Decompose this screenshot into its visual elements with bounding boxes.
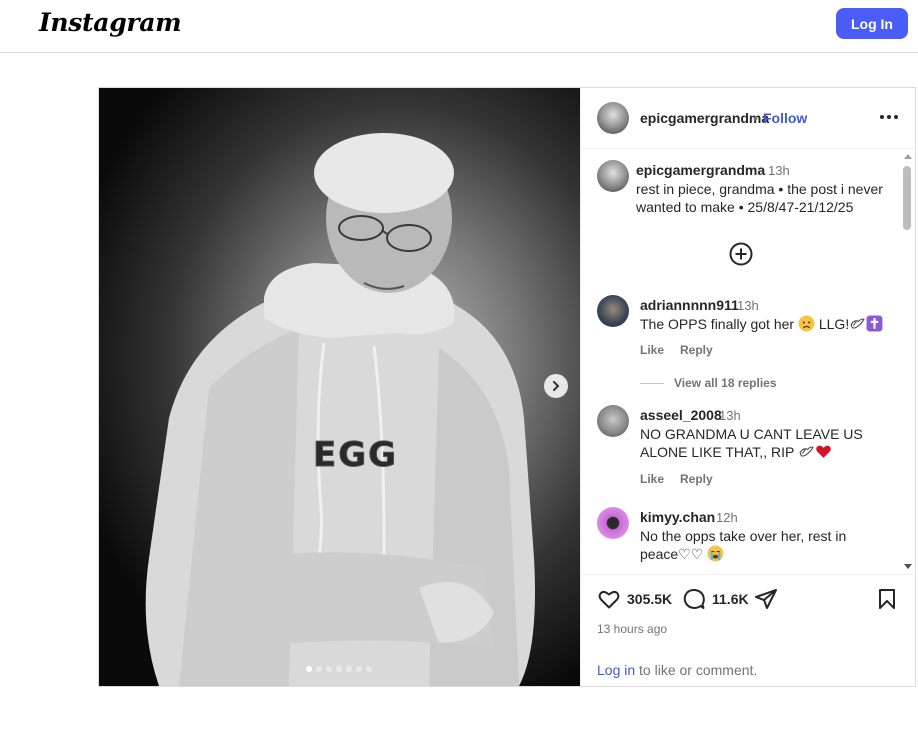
next-slide-button[interactable]	[544, 374, 568, 398]
author-username[interactable]: epicgamergrandma	[640, 110, 769, 126]
red-heart-icon	[816, 445, 831, 458]
commenter-username[interactable]: kimyy.chan	[640, 509, 715, 525]
commenter-username[interactable]: asseel_2008	[640, 407, 722, 423]
carousel-dot	[366, 666, 372, 672]
carousel-dot	[346, 666, 352, 672]
comment-text: No the opps take over her, rest in peace…	[640, 527, 885, 563]
reply-comment-button[interactable]: Reply	[680, 343, 713, 357]
plus-circle-icon	[729, 242, 753, 266]
post-media[interactable]: EGG	[99, 88, 580, 686]
like-comment-button[interactable]: Like	[640, 472, 664, 486]
comments-scrollbar[interactable]	[901, 152, 912, 572]
post-photo: EGG	[145, 133, 535, 686]
likes-count: 305.5K	[627, 591, 673, 607]
svg-text:EGG: EGG	[313, 435, 398, 475]
comment-actions: Like Reply	[640, 472, 713, 486]
post-actions: 305.5K 11.6K 13 hours ago Log in to like…	[581, 574, 916, 686]
comments-count: 11.6K	[712, 591, 749, 607]
worried-face-icon	[798, 315, 815, 332]
like-button[interactable]: 305.5K	[597, 587, 672, 611]
scroll-up-arrow[interactable]	[904, 154, 912, 159]
scroll-thumb[interactable]	[903, 166, 911, 230]
carousel-dot	[316, 666, 322, 672]
post-header: epicgamergrandma • Follow	[581, 88, 916, 149]
comment-time: 12h	[716, 510, 738, 525]
comment-bubble-icon	[683, 588, 705, 609]
loudly-crying-face-icon	[707, 545, 724, 562]
scroll-down-arrow[interactable]	[904, 564, 912, 569]
view-replies-button[interactable]: View all 18 replies	[640, 376, 777, 390]
comment-text-part: The OPPS finally got her	[640, 316, 795, 332]
comment-button[interactable]: 11.6K	[682, 587, 749, 611]
comment-item: adriannnnn911 13h The OPPS finally got h…	[581, 295, 901, 390]
replies-divider	[640, 382, 664, 384]
chevron-right-icon	[553, 381, 559, 391]
load-more-comments-button[interactable]	[729, 242, 753, 266]
login-prompt-text: to like or comment.	[635, 662, 758, 678]
latin-cross-icon	[866, 315, 883, 332]
share-button[interactable]	[754, 587, 778, 611]
comment-text-part: No the opps take over her, rest in peace…	[640, 528, 847, 562]
commenter-username[interactable]: adriannnnn911	[640, 297, 739, 313]
dove-icon	[850, 318, 865, 329]
author-avatar[interactable]	[597, 102, 629, 134]
carousel-dot	[336, 666, 342, 672]
carousel-dot	[326, 666, 332, 672]
post-card: EGG epicgamergrandma • Follow epicgamerg…	[98, 87, 916, 687]
post-timestamp: 13 hours ago	[597, 622, 668, 636]
login-prompt: Log in to like or comment.	[597, 662, 757, 678]
comment-text: NO GRANDMA U CANT LEAVE US ALONE LIKE TH…	[640, 425, 885, 461]
caption-avatar[interactable]	[597, 160, 629, 192]
login-link[interactable]: Log in	[597, 662, 635, 678]
comment-text: The OPPS finally got her LLG!	[640, 315, 885, 333]
comment-text-part: LLG!	[818, 316, 850, 332]
bookmark-icon	[879, 589, 895, 609]
commenter-avatar[interactable]	[597, 507, 629, 539]
caption-time: 13h	[768, 163, 790, 178]
instagram-logo[interactable]: Instagram	[39, 8, 182, 37]
comment-time: 13h	[737, 298, 759, 313]
login-button[interactable]: Log In	[836, 8, 908, 39]
carousel-dot	[306, 666, 312, 672]
reply-comment-button[interactable]: Reply	[680, 472, 713, 486]
post-side-panel: epicgamergrandma • Follow epicgamergrand…	[580, 88, 916, 686]
save-button[interactable]	[875, 587, 899, 611]
comment-actions: Like Reply	[640, 343, 713, 357]
comment-item: asseel_2008 13h NO GRANDMA U CANT LEAVE …	[581, 405, 901, 486]
header-separator: •	[753, 110, 758, 126]
heart-icon	[598, 591, 620, 609]
top-nav: Instagram Log In	[0, 0, 918, 53]
follow-button[interactable]: Follow	[763, 110, 807, 126]
comments-list[interactable]: epicgamergrandma 13h rest in piece, gran…	[581, 150, 916, 574]
like-comment-button[interactable]: Like	[640, 343, 664, 357]
carousel-dots	[306, 666, 372, 672]
send-icon	[755, 589, 777, 609]
caption-username[interactable]: epicgamergrandma	[636, 162, 765, 178]
more-horizontal-icon	[880, 115, 898, 119]
commenter-avatar[interactable]	[597, 405, 629, 437]
caption-text: rest in piece, grandma • the post i neve…	[636, 181, 883, 215]
dove-icon	[799, 446, 814, 457]
carousel-dot	[356, 666, 362, 672]
comment-time: 13h	[719, 408, 741, 423]
comment-item: kimyy.chan 12h No the opps take over her…	[581, 507, 901, 574]
commenter-avatar[interactable]	[597, 295, 629, 327]
more-options-button[interactable]	[877, 105, 901, 129]
view-replies-label: View all 18 replies	[674, 376, 777, 390]
